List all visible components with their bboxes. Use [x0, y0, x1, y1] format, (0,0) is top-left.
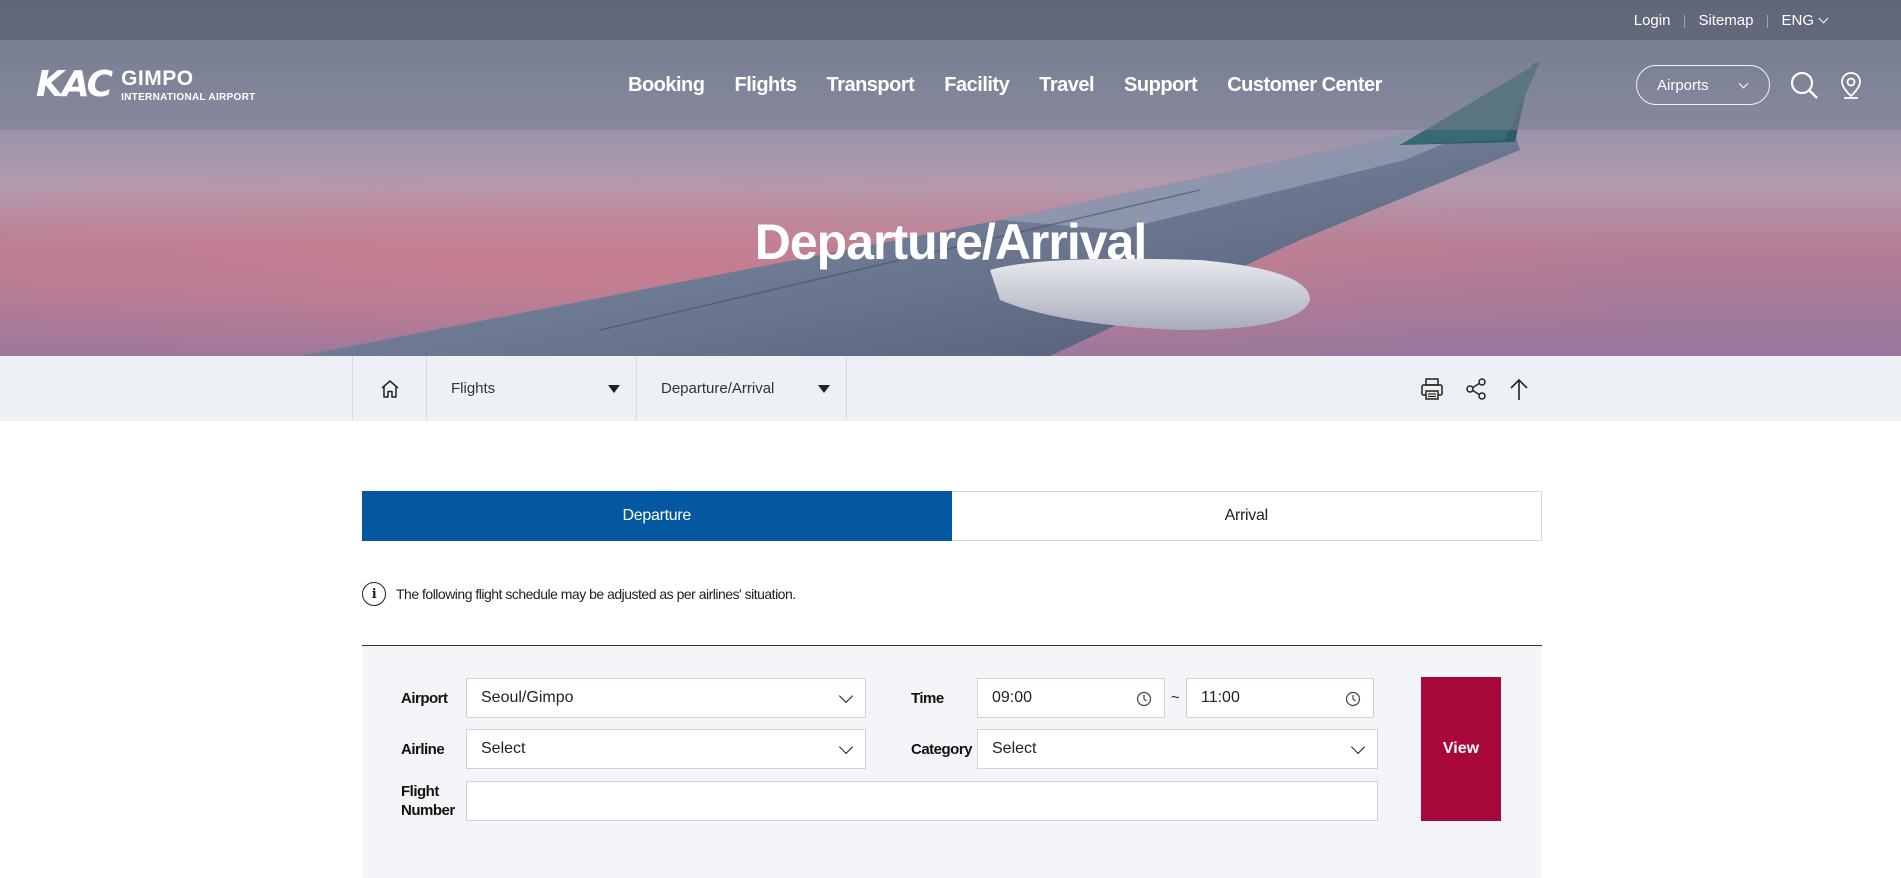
- nav-facility[interactable]: Facility: [944, 74, 1009, 97]
- logo-name: GIMPO: [121, 66, 194, 90]
- breadcrumb-level1-label: Flights: [451, 380, 496, 397]
- nav-support[interactable]: Support: [1124, 74, 1198, 97]
- time-to-value: 11:00: [1201, 689, 1240, 706]
- chevron-down-icon: [838, 739, 854, 755]
- time-from-value: 09:00: [992, 689, 1033, 706]
- breadcrumb-level2-label: Departure/Arrival: [661, 380, 775, 397]
- flight-number-input[interactable]: [466, 781, 1378, 821]
- nav-flights[interactable]: Flights: [735, 74, 798, 97]
- flight-search-panel: Airport Seoul/Gimpo Time 09:00 ~ 11:00 A…: [362, 645, 1542, 878]
- category-select[interactable]: Select: [977, 729, 1378, 769]
- topbar-links: Login Sitemap ENG: [1620, 0, 1841, 40]
- flight-number-label-line1: Flight: [401, 783, 439, 800]
- chevron-down-icon: [838, 688, 854, 704]
- tab-departure[interactable]: Departure: [362, 491, 952, 541]
- airports-dropdown[interactable]: Airports: [1636, 65, 1770, 105]
- schedule-notice: i The following flight schedule may be a…: [362, 582, 796, 606]
- notice-text: The following flight schedule may be adj…: [396, 586, 796, 602]
- chevron-down-icon: [1818, 13, 1829, 23]
- category-label: Category: [911, 741, 973, 758]
- sitemap-link[interactable]: Sitemap: [1684, 12, 1767, 29]
- breadcrumb-level2-select[interactable]: Departure/Arrival: [637, 356, 847, 421]
- nav-customer-center[interactable]: Customer Center: [1227, 74, 1382, 97]
- login-link[interactable]: Login: [1620, 12, 1685, 29]
- logo-subtitle: INTERNATIONAL AIRPORT: [121, 91, 256, 103]
- utility-topbar: Login Sitemap ENG: [0, 0, 1901, 40]
- time-to-input[interactable]: 11:00: [1186, 678, 1374, 718]
- nav-travel[interactable]: Travel: [1039, 74, 1094, 97]
- print-icon[interactable]: [1419, 376, 1445, 402]
- view-button[interactable]: View: [1421, 677, 1501, 821]
- time-from-input[interactable]: 09:00: [977, 678, 1165, 718]
- breadcrumb-level1-select[interactable]: Flights: [427, 356, 637, 421]
- chevron-down-icon: [1738, 78, 1749, 89]
- scroll-top-arrow-icon[interactable]: [1506, 376, 1532, 402]
- location-pin-icon[interactable]: [1836, 70, 1866, 100]
- clock-icon: [1345, 691, 1361, 707]
- info-icon: i: [362, 582, 386, 606]
- caret-down-icon: [818, 385, 830, 393]
- chevron-down-icon: [1350, 739, 1366, 755]
- time-range-separator: ~: [1171, 689, 1180, 706]
- nav-booking[interactable]: Booking: [628, 74, 705, 97]
- airline-select[interactable]: Select: [466, 729, 866, 769]
- search-icon[interactable]: [1789, 70, 1819, 100]
- flight-number-label: Flight Number: [401, 782, 455, 820]
- category-value: Select: [992, 740, 1037, 757]
- main-navbar: KAC GIMPO INTERNATIONAL AIRPORT Booking …: [0, 40, 1901, 130]
- language-selector[interactable]: ENG: [1767, 12, 1841, 29]
- flight-number-label-line2: Number: [401, 802, 455, 819]
- airport-value: Seoul/Gimpo: [481, 689, 574, 706]
- share-icon[interactable]: [1463, 376, 1489, 402]
- hero-banner: Login Sitemap ENG KAC GIMPO INTERNATIONA…: [0, 0, 1901, 356]
- airport-select[interactable]: Seoul/Gimpo: [466, 678, 866, 718]
- page-title: Departure/Arrival: [754, 214, 1148, 270]
- airport-label: Airport: [401, 690, 448, 707]
- logo-text: GIMPO INTERNATIONAL AIRPORT: [121, 67, 255, 103]
- airline-value: Select: [481, 740, 526, 757]
- time-label: Time: [911, 690, 944, 707]
- site-logo[interactable]: KAC GIMPO INTERNATIONAL AIRPORT: [36, 64, 256, 105]
- nav-transport[interactable]: Transport: [827, 74, 915, 97]
- home-icon: [381, 379, 398, 398]
- clock-icon: [1136, 691, 1152, 707]
- home-button[interactable]: [352, 356, 427, 421]
- breadcrumb: Flights Departure/Arrival: [0, 356, 1901, 421]
- tab-arrival[interactable]: Arrival: [951, 491, 1542, 541]
- airports-label: Airports: [1657, 76, 1709, 94]
- caret-down-icon: [608, 385, 620, 393]
- language-label: ENG: [1781, 11, 1814, 29]
- airline-label: Airline: [401, 741, 445, 758]
- flight-direction-tabs: Departure Arrival: [362, 491, 1542, 541]
- logo-mark: KAC: [36, 64, 113, 105]
- main-menu: Booking Flights Transport Facility Trave…: [628, 40, 1412, 130]
